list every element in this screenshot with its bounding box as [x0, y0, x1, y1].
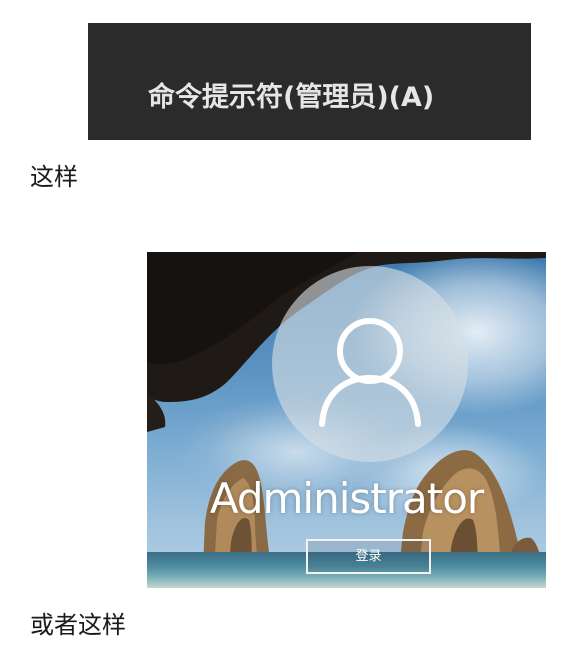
- menu-item-command-prompt-admin[interactable]: 命令提示符(管理员)(A): [148, 75, 434, 114]
- caption-first: 这样: [30, 163, 78, 191]
- sign-in-button[interactable]: 登录: [306, 539, 431, 574]
- page: 命令提示符(管理员)(A) 这样 Administrator 登录 或者这样: [0, 0, 588, 660]
- username-label: Administrator: [209, 474, 484, 523]
- caption-second: 或者这样: [30, 611, 126, 639]
- login-screen: Administrator 登录: [147, 252, 546, 588]
- context-menu: 命令提示符(管理员)(A): [88, 23, 531, 140]
- user-avatar[interactable]: [272, 266, 468, 462]
- user-icon: [319, 318, 421, 427]
